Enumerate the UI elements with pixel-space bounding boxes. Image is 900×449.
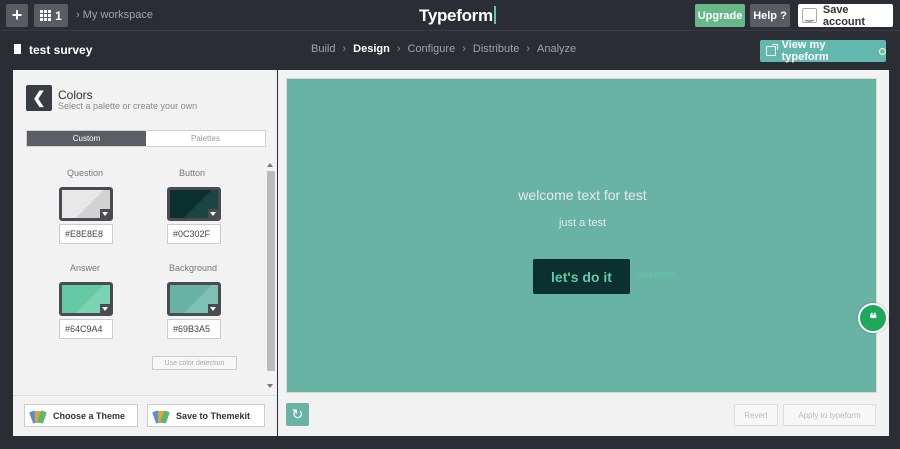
step-analyze[interactable]: Analyze bbox=[537, 43, 576, 55]
logo-text: Typeform bbox=[419, 6, 493, 25]
press-enter-hint: press ENTER bbox=[638, 273, 675, 279]
view-typeform-button[interactable]: View my typeform bbox=[760, 39, 886, 63]
chevron-down-icon bbox=[208, 209, 218, 218]
preview-area: welcome text for test just a test let's … bbox=[278, 70, 889, 436]
step-configure[interactable]: Configure bbox=[408, 43, 456, 55]
question-hex-input[interactable]: #E8E8E8 bbox=[59, 224, 113, 244]
step-build[interactable]: Build bbox=[311, 43, 335, 55]
save-themekit-label: Save to Themekit bbox=[176, 410, 251, 421]
question-color-label: Question bbox=[66, 168, 104, 178]
scroll-up-icon[interactable] bbox=[267, 163, 273, 167]
panel-scrollbar[interactable] bbox=[266, 163, 275, 388]
plus-icon: + bbox=[11, 5, 23, 25]
upgrade-button[interactable]: Upgrade bbox=[695, 4, 745, 27]
step-navigation: Build › Design › Configure › Distribute › An… bbox=[311, 43, 576, 55]
breadcrumb-workspace[interactable]: My workspace bbox=[83, 9, 153, 21]
top-bar: + 1 › My workspace Typeform Upgrade Help… bbox=[0, 0, 900, 31]
revert-button[interactable]: Revert bbox=[734, 404, 778, 426]
external-link-icon bbox=[766, 44, 778, 56]
survey-title[interactable]: test survey bbox=[29, 43, 92, 57]
quote-icon: ❝ bbox=[869, 309, 877, 326]
step-separator: › bbox=[342, 43, 347, 55]
create-button[interactable]: + bbox=[6, 4, 28, 27]
workspace-count: 1 bbox=[55, 8, 62, 23]
save-account-label: Save account bbox=[822, 3, 866, 28]
button-color-label: Button bbox=[178, 168, 206, 178]
apply-button[interactable]: Apply to typeform bbox=[783, 404, 876, 426]
panel-footer: Choose a Theme Save to Themekit bbox=[13, 395, 277, 436]
chevron-down-icon bbox=[100, 209, 110, 218]
typeform-preview: welcome text for test just a test let's … bbox=[286, 78, 877, 393]
color-settings: Question #E8E8E8 Button #0C302F Answer #… bbox=[13, 160, 277, 390]
document-icon bbox=[14, 44, 21, 54]
background-color-label: Background bbox=[168, 263, 218, 273]
smiley-icon: ‿ bbox=[802, 8, 817, 23]
back-button[interactable]: ❮ bbox=[26, 85, 52, 111]
answer-color-swatch[interactable] bbox=[59, 282, 113, 316]
question-color-swatch[interactable] bbox=[59, 187, 113, 221]
step-separator: › bbox=[462, 43, 466, 55]
color-detection-button[interactable]: Use color detection bbox=[152, 356, 237, 370]
answer-hex-input[interactable]: #64C9A4 bbox=[59, 319, 113, 339]
palette-icon bbox=[29, 409, 47, 424]
typeform-logo: Typeform bbox=[419, 6, 496, 26]
chevron-down-icon bbox=[208, 304, 218, 313]
grid-icon bbox=[40, 10, 52, 21]
tab-palettes[interactable]: Palettes bbox=[146, 131, 265, 146]
background-color-swatch[interactable] bbox=[167, 282, 221, 316]
step-design[interactable]: Design bbox=[353, 43, 390, 55]
chevron-down-icon bbox=[100, 304, 110, 313]
button-hex-input[interactable]: #0C302F bbox=[167, 224, 221, 244]
design-panel: ❮ Colors Select a palette or create your… bbox=[13, 70, 277, 436]
themekit-icon bbox=[152, 409, 170, 424]
help-button[interactable]: Help ? bbox=[750, 4, 790, 27]
workspace-button[interactable]: 1 bbox=[34, 4, 68, 27]
step-distribute[interactable]: Distribute bbox=[473, 43, 519, 55]
refresh-icon: ↻ bbox=[291, 406, 304, 422]
choose-theme-label: Choose a Theme bbox=[53, 410, 126, 421]
panel-subtitle: Select a palette or create your own bbox=[58, 101, 198, 111]
scroll-thumb[interactable] bbox=[267, 171, 275, 371]
breadcrumb[interactable]: › My workspace bbox=[76, 9, 153, 21]
color-mode-tabs: Custom Palettes bbox=[26, 130, 266, 147]
logo-cursor bbox=[493, 6, 496, 24]
welcome-subtext: just a test bbox=[558, 217, 607, 229]
welcome-text: welcome text for test bbox=[518, 187, 647, 203]
button-color-swatch[interactable] bbox=[167, 187, 221, 221]
start-button[interactable]: let's do it bbox=[533, 259, 630, 294]
save-themekit-button[interactable]: Save to Themekit bbox=[147, 404, 265, 427]
refresh-preview-button[interactable]: ↻ bbox=[286, 403, 309, 426]
feedback-button[interactable]: ❝ bbox=[858, 303, 888, 333]
back-arrow-icon: ❮ bbox=[32, 90, 46, 107]
step-separator: › bbox=[396, 43, 401, 55]
save-account-button[interactable]: ‿ Save account bbox=[798, 3, 893, 28]
tab-custom[interactable]: Custom bbox=[27, 131, 146, 146]
panel-title: Colors bbox=[58, 88, 93, 102]
scroll-down-icon[interactable] bbox=[267, 384, 273, 388]
view-typeform-label: View my typeform bbox=[781, 39, 829, 63]
builder-navigation: test survey Build › Design › Configure › Di… bbox=[0, 31, 900, 68]
background-hex-input[interactable]: #69B3A5 bbox=[167, 319, 221, 339]
choose-theme-button[interactable]: Choose a Theme bbox=[24, 404, 138, 427]
status-dot-icon bbox=[879, 47, 886, 55]
step-separator: › bbox=[526, 43, 531, 55]
answer-color-label: Answer bbox=[69, 263, 100, 273]
